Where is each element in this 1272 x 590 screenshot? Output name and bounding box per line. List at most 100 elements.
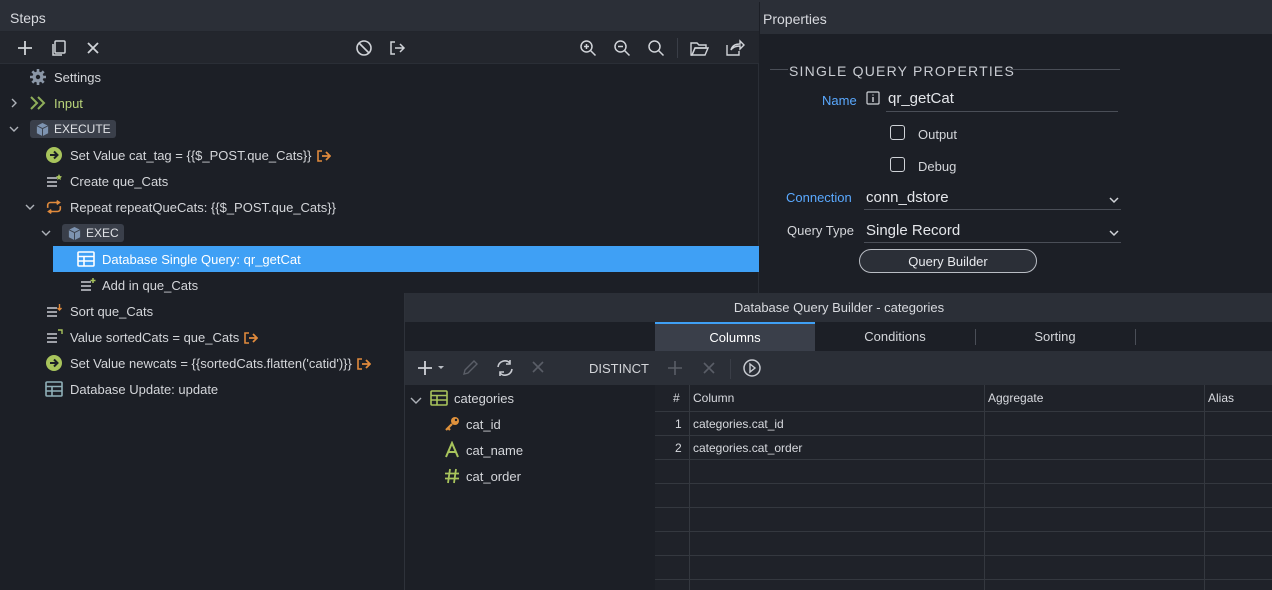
steps-panel-title: Steps bbox=[10, 10, 46, 26]
step-label-create-que-cats: Create que_Cats bbox=[70, 173, 169, 189]
grid-row-divider bbox=[655, 435, 1272, 436]
distinct-toggle[interactable]: DISTINCT bbox=[589, 361, 649, 376]
steps-toolbar bbox=[0, 32, 759, 64]
query-builder-panel: Database Query Builder - categories Colu… bbox=[404, 293, 1272, 590]
grid-header-alias[interactable]: Alias bbox=[1204, 385, 1234, 411]
exit-step-button[interactable] bbox=[387, 38, 407, 58]
search-button[interactable] bbox=[646, 38, 666, 58]
tab-sorting[interactable]: Sorting bbox=[975, 322, 1135, 351]
step-row-set-value-cat-tag[interactable]: Set Value cat_tag = {{$_POST.que_Cats}} bbox=[0, 142, 759, 168]
debug-label: Debug bbox=[918, 159, 957, 174]
connection-select[interactable]: conn_dstore bbox=[866, 189, 949, 206]
grid-column-divider bbox=[1204, 385, 1205, 590]
open-folder-button[interactable] bbox=[689, 38, 709, 58]
output-exit-icon bbox=[316, 150, 331, 162]
grid-row-divider bbox=[655, 531, 1272, 532]
remove-button[interactable] bbox=[531, 360, 545, 377]
close-icon bbox=[532, 361, 544, 373]
output-label: Output bbox=[918, 127, 958, 142]
copy-step-button[interactable] bbox=[49, 38, 69, 58]
table-icon bbox=[77, 250, 95, 268]
add-column-button[interactable] bbox=[417, 359, 447, 380]
step-label-database-single-query: Database Single Query: qr_getCat bbox=[102, 251, 301, 267]
share-icon bbox=[726, 39, 745, 56]
tab-columns[interactable]: Columns bbox=[655, 322, 815, 351]
step-row-database-single-query[interactable]: Database Single Query: qr_getCat bbox=[53, 246, 759, 272]
output-checkbox[interactable] bbox=[890, 125, 905, 140]
name-label: Name bbox=[822, 93, 857, 108]
properties-panel-header: Properties bbox=[760, 2, 1272, 34]
list-value-icon bbox=[45, 328, 63, 346]
add-condition-button[interactable] bbox=[667, 360, 683, 379]
table-tree: categories cat_id cat_name cat_order bbox=[405, 385, 655, 590]
zoom-out-button[interactable] bbox=[612, 38, 632, 58]
tree-table-categories[interactable]: categories bbox=[454, 391, 514, 406]
disable-step-button[interactable] bbox=[354, 38, 374, 58]
step-row-execute[interactable]: EXECUTE bbox=[0, 116, 759, 142]
step-row-settings[interactable]: Settings bbox=[0, 64, 759, 90]
share-button[interactable] bbox=[725, 38, 745, 58]
grid-column-divider bbox=[984, 385, 985, 590]
cube-icon bbox=[68, 226, 81, 241]
info-icon[interactable] bbox=[866, 91, 880, 108]
debug-checkbox[interactable] bbox=[890, 157, 905, 172]
disable-icon bbox=[356, 40, 372, 56]
grid-cell-column[interactable]: categories.cat_order bbox=[693, 441, 802, 455]
step-row-repeat[interactable]: Repeat repeatQueCats: {{$_POST.que_Cats}… bbox=[0, 194, 759, 220]
tree-field-cat-name[interactable]: cat_name bbox=[466, 443, 523, 458]
query-type-label: Query Type bbox=[787, 223, 854, 238]
step-label-exec: EXEC bbox=[86, 226, 119, 240]
exit-icon bbox=[390, 41, 406, 55]
grid-row-divider bbox=[655, 507, 1272, 508]
name-field[interactable]: qr_getCat bbox=[888, 90, 954, 107]
delete-step-button[interactable] bbox=[83, 38, 103, 58]
refresh-button[interactable] bbox=[495, 359, 515, 380]
exec-tag: EXEC bbox=[62, 224, 124, 242]
output-exit-icon bbox=[357, 358, 371, 370]
properties-panel-title: Properties bbox=[763, 11, 827, 27]
plus-icon bbox=[668, 361, 682, 375]
tab-conditions[interactable]: Conditions bbox=[815, 322, 975, 351]
chevron-down-icon[interactable] bbox=[1108, 226, 1120, 241]
sort-list-icon bbox=[45, 302, 63, 320]
chevron-down-icon[interactable] bbox=[410, 394, 422, 409]
close-icon bbox=[703, 362, 715, 374]
grid-cell-column[interactable]: categories.cat_id bbox=[693, 417, 784, 431]
tree-field-cat-id[interactable]: cat_id bbox=[466, 417, 501, 432]
tree-field-cat-order[interactable]: cat_order bbox=[466, 469, 521, 484]
grid-header-aggregate[interactable]: Aggregate bbox=[984, 385, 1043, 411]
clear-button[interactable] bbox=[702, 361, 716, 378]
grid-row-divider bbox=[655, 483, 1272, 484]
step-label-input: Input bbox=[54, 95, 83, 111]
grid-header-column[interactable]: Column bbox=[689, 385, 734, 411]
chevron-down-icon[interactable] bbox=[8, 123, 20, 135]
add-step-button[interactable] bbox=[15, 38, 35, 58]
query-builder-title: Database Query Builder - categories bbox=[405, 293, 1272, 322]
zoom-in-button[interactable] bbox=[578, 38, 598, 58]
query-type-select[interactable]: Single Record bbox=[866, 222, 960, 239]
properties-panel: Properties SINGLE QUERY PROPERTIES Name … bbox=[760, 2, 1272, 292]
query-builder-button[interactable]: Query Builder bbox=[859, 249, 1037, 273]
grid-row-divider bbox=[655, 555, 1272, 556]
step-row-create-que-cats[interactable]: Create que_Cats bbox=[0, 168, 759, 194]
plus-icon bbox=[418, 361, 444, 375]
chevron-down-icon[interactable] bbox=[40, 227, 52, 239]
edit-button[interactable] bbox=[461, 359, 479, 380]
grid-row-divider bbox=[655, 411, 1272, 412]
output-exit-icon bbox=[244, 332, 259, 344]
section-divider bbox=[1010, 69, 1120, 70]
refresh-icon bbox=[497, 360, 513, 376]
key-icon bbox=[443, 415, 461, 436]
execute-tag: EXECUTE bbox=[30, 120, 116, 138]
chevron-down-icon[interactable] bbox=[24, 201, 36, 213]
step-row-exec[interactable]: EXEC bbox=[0, 220, 759, 246]
run-query-button[interactable] bbox=[742, 358, 762, 381]
arrow-circle-right-icon bbox=[45, 146, 63, 164]
grid-cell-num: 2 bbox=[675, 441, 682, 455]
table-icon bbox=[430, 390, 448, 409]
chevron-down-icon[interactable] bbox=[1108, 193, 1120, 208]
chevron-right-icon[interactable] bbox=[8, 97, 20, 109]
close-icon bbox=[87, 42, 99, 54]
arrow-circle-right-icon bbox=[45, 354, 63, 372]
step-row-input[interactable]: Input bbox=[0, 90, 759, 116]
